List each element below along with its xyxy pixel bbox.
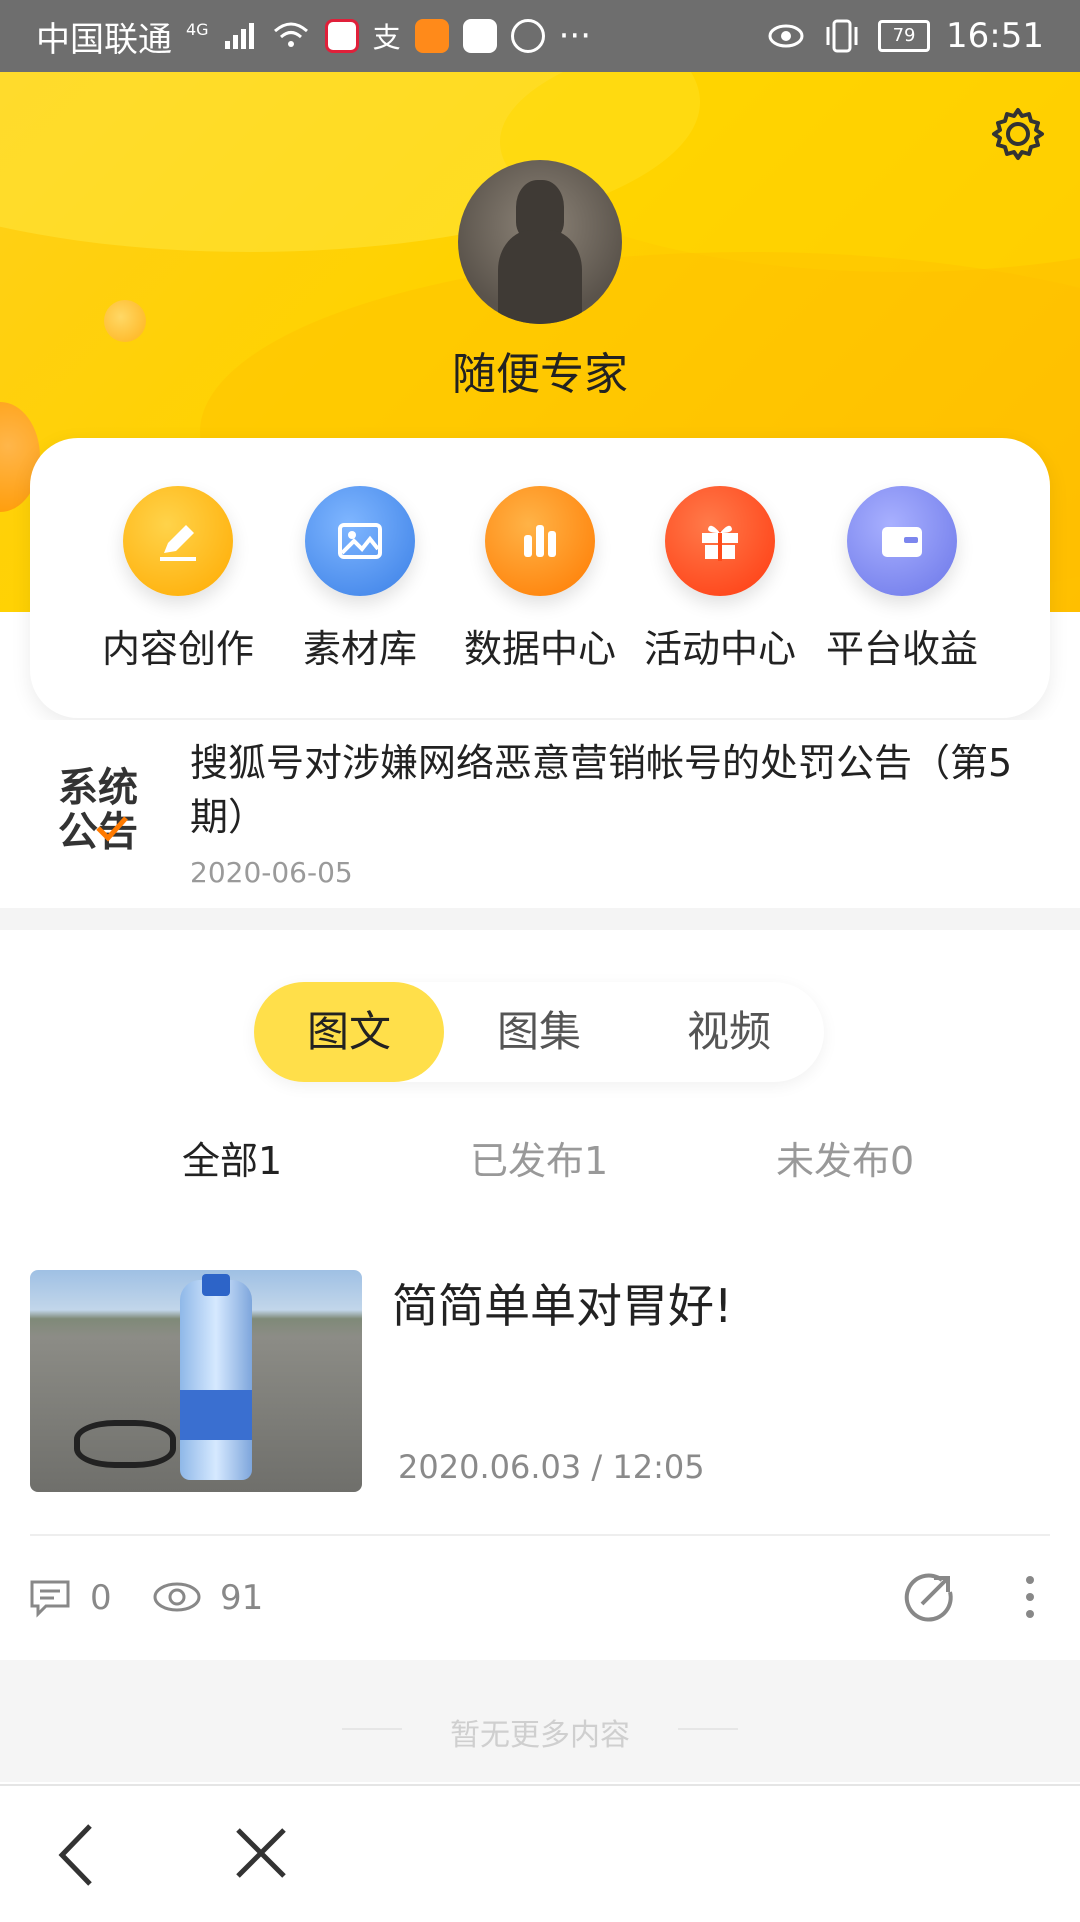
network-label: 4G bbox=[186, 19, 209, 39]
more-notifications: ··· bbox=[558, 16, 592, 56]
post-title: 简简单单对胃好! bbox=[392, 1279, 733, 1333]
bar-chart-icon bbox=[485, 486, 595, 596]
function-data-center[interactable]: 数据中心 bbox=[450, 486, 630, 673]
check-mark-icon bbox=[96, 816, 128, 842]
notice-title: 搜狐号对涉嫌网络恶意营销帐号的处罚公告（第5期） bbox=[190, 741, 1013, 839]
post-stats: 0 91 bbox=[0, 1540, 1080, 1660]
function-content-creation[interactable]: 内容创作 bbox=[88, 486, 268, 673]
function-platform-earnings[interactable]: 平台收益 bbox=[812, 486, 992, 673]
system-notice-logo: 系统 公告 bbox=[58, 764, 138, 855]
wallet-icon bbox=[847, 486, 957, 596]
settings-gear-icon[interactable] bbox=[988, 104, 1048, 164]
section-divider bbox=[0, 908, 1080, 930]
filter-all[interactable]: 全部1 bbox=[182, 1130, 282, 1185]
more-options-icon[interactable] bbox=[1024, 1574, 1036, 1620]
signal-icon bbox=[224, 23, 254, 49]
function-label: 内容创作 bbox=[101, 627, 254, 671]
tab-galleries[interactable]: 图集 bbox=[444, 982, 634, 1082]
vibrate-icon bbox=[826, 19, 858, 53]
battery-icon: 79 bbox=[878, 20, 931, 52]
function-label: 素材库 bbox=[302, 627, 417, 671]
comment-count: 0 bbox=[90, 1578, 112, 1618]
view-count: 91 bbox=[220, 1578, 264, 1618]
decor-ball bbox=[104, 300, 146, 342]
bottom-navigation-bar bbox=[0, 1784, 1080, 1922]
tab-articles[interactable]: 图文 bbox=[254, 982, 444, 1082]
map-app-icon bbox=[462, 19, 497, 53]
no-more-content-text: 暂无更多内容 bbox=[450, 1718, 630, 1753]
wifi-icon bbox=[273, 22, 308, 47]
video-app-icon bbox=[414, 19, 449, 53]
clock: 16:51 bbox=[946, 16, 1044, 56]
tab-videos[interactable]: 视频 bbox=[634, 982, 824, 1082]
hand-icon bbox=[510, 19, 545, 53]
comment-icon[interactable] bbox=[28, 1578, 72, 1618]
function-label: 平台收益 bbox=[825, 627, 978, 671]
pencil-icon bbox=[123, 486, 233, 596]
image-icon bbox=[305, 486, 415, 596]
function-label: 数据中心 bbox=[463, 627, 616, 671]
status-bar: 中国联通 4G 支 ··· 79 16:51 bbox=[0, 0, 1080, 72]
system-notice[interactable]: 系统 公告 搜狐号对涉嫌网络恶意营销帐号的处罚公告（第5期） 2020-06-0… bbox=[0, 720, 1080, 908]
function-card: 内容创作 素材库 数据中心 活动中心 平台收益 bbox=[30, 438, 1050, 718]
function-label: 活动中心 bbox=[643, 627, 796, 671]
share-icon[interactable] bbox=[902, 1570, 956, 1624]
function-activity-center[interactable]: 活动中心 bbox=[630, 486, 810, 673]
avatar[interactable] bbox=[458, 160, 622, 324]
post-thumbnail bbox=[30, 1270, 362, 1492]
post-item[interactable]: 简简单单对胃好! 2020.06.03 / 12:05 bbox=[0, 1260, 1080, 1540]
notice-date: 2020-06-05 bbox=[190, 856, 353, 889]
filter-published[interactable]: 已发布1 bbox=[470, 1130, 608, 1185]
alipay-icon: 支 bbox=[372, 21, 401, 54]
function-material-library[interactable]: 素材库 bbox=[270, 486, 450, 673]
eye-comfort-icon bbox=[768, 24, 804, 48]
close-icon[interactable] bbox=[234, 1826, 288, 1880]
app-notification-icon bbox=[324, 19, 359, 53]
view-eye-icon bbox=[153, 1582, 201, 1612]
post-divider bbox=[30, 1534, 1050, 1536]
gift-icon bbox=[665, 486, 775, 596]
status-filter-tabs: 全部1 已发布1 未发布0 bbox=[0, 1130, 1080, 1190]
username: 随便专家 bbox=[452, 349, 628, 400]
filter-unpublished[interactable]: 未发布0 bbox=[776, 1130, 914, 1185]
post-date: 2020.06.03 / 12:05 bbox=[398, 1448, 705, 1486]
content-type-tabs: 图文 图集 视频 bbox=[254, 982, 824, 1082]
footer-line bbox=[678, 1728, 738, 1730]
back-arrow-icon[interactable] bbox=[56, 1822, 96, 1888]
carrier-label: 中国联通 bbox=[36, 19, 172, 60]
